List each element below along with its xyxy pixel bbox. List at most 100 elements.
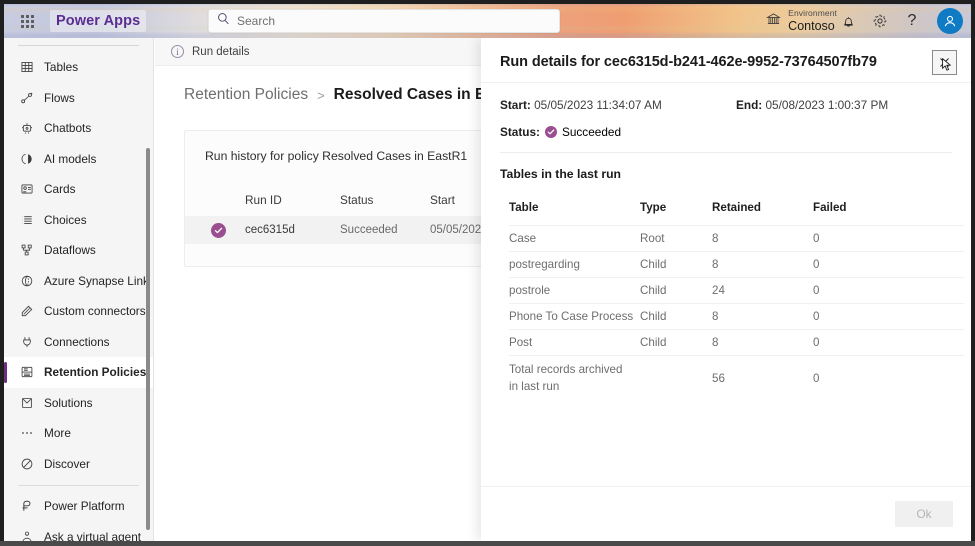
cell-table: postregarding (509, 258, 580, 271)
cell-run-id: cec6315d (245, 224, 295, 236)
cell-table: postrole (509, 284, 551, 297)
infobar-label: Run details (192, 45, 250, 58)
mouse-cursor-icon (942, 57, 953, 77)
cell-failed: 0 (813, 310, 820, 323)
cell-failed: 0 (813, 336, 820, 349)
panel-divider (500, 152, 952, 153)
column-header-failed[interactable]: Failed (813, 201, 903, 214)
status-badge: Succeeded (561, 125, 622, 139)
sidebar-item-more[interactable]: More (4, 418, 153, 449)
app-launcher-waffle-icon[interactable] (12, 14, 42, 28)
run-time-meta: Start: 05/05/2023 11:34:07 AM End: 05/08… (500, 98, 952, 112)
sidebar-item-flows[interactable]: Flows (4, 83, 153, 114)
sidebar-item-label: Azure Synapse Link (44, 273, 149, 288)
table-row: postregarding Child 8 0 (509, 251, 964, 277)
breadcrumb-parent[interactable]: Retention Policies (184, 86, 308, 104)
cell-type: Child (640, 258, 667, 271)
custom-connector-icon (19, 304, 34, 319)
sidebar-item-retention-policies[interactable]: Retention Policies (4, 357, 153, 388)
sidebar-item-cards[interactable]: Cards (4, 174, 153, 205)
environment-label: Environment (788, 8, 837, 18)
sidebar-scrollbar-thumb[interactable] (146, 148, 150, 530)
search-box[interactable] (208, 9, 560, 33)
sidebar-item-power-platform[interactable]: Power Platform (4, 491, 153, 522)
start-meta: Start: 05/05/2023 11:34:07 AM (500, 98, 726, 112)
status-label: Status: (500, 125, 540, 139)
flows-icon (19, 90, 34, 105)
table-row: Phone To Case Process Child 8 0 (509, 303, 964, 329)
sidebar-item-label: AI models (44, 151, 97, 166)
sidebar-item-solutions[interactable]: Solutions (4, 388, 153, 419)
user-avatar[interactable] (937, 8, 963, 34)
panel-body: Start: 05/05/2023 11:34:07 AM End: 05/08… (481, 83, 971, 486)
notification-bell-icon[interactable] (839, 12, 857, 30)
sidebar-item-label: Choices (44, 212, 87, 227)
column-header-retained[interactable]: Retained (712, 201, 813, 214)
header-icon-group: ? (839, 4, 963, 38)
brand-title[interactable]: Power Apps (50, 10, 147, 32)
retention-policy-icon (19, 365, 34, 380)
success-check-icon (544, 126, 557, 138)
column-header-status[interactable]: Status (340, 193, 430, 207)
window-border-top (0, 0, 975, 4)
success-check-icon (211, 222, 226, 238)
sidebar-item-choices[interactable]: Choices (4, 205, 153, 236)
power-platform-icon (19, 499, 34, 514)
sidebar-item-ai-models[interactable]: AI models (4, 144, 153, 175)
sidebar-item-custom-connectors[interactable]: Custom connectors (4, 296, 153, 327)
column-header-run-id[interactable]: Run ID (245, 193, 340, 207)
help-question-icon[interactable]: ? (903, 12, 921, 30)
panel-header: Run details for cec6315d-b241-462e-9952-… (481, 38, 971, 83)
discover-icon (19, 456, 34, 471)
sidebar-item-label: Power Platform (44, 499, 125, 514)
cell-failed: 0 (813, 232, 820, 245)
window-border-bottom (0, 541, 975, 546)
cell-failed: 0 (813, 372, 820, 386)
end-meta: End: 05/08/2023 1:00:37 PM (726, 98, 952, 112)
sidebar-item-label: Custom connectors (44, 304, 146, 319)
sidebar-item-chatbots[interactable]: Chatbots (4, 113, 153, 144)
sidebar-item-label: Connections (44, 334, 110, 349)
choices-list-icon (19, 212, 34, 227)
cell-retained: 8 (712, 232, 719, 245)
table-row: postrole Child 24 0 (509, 277, 964, 303)
cell-table: Case (509, 232, 537, 245)
cell-retained: 24 (712, 284, 725, 297)
sidebar-item-azure-synapse-link[interactable]: Azure Synapse Link (4, 266, 153, 297)
column-header-type[interactable]: Type (640, 201, 712, 214)
settings-gear-icon[interactable] (871, 12, 889, 30)
start-value: 05/05/2023 11:34:07 AM (534, 98, 662, 112)
cell-table: Post (509, 336, 533, 349)
run-details-panel: Run details for cec6315d-b241-462e-9952-… (481, 38, 971, 541)
environment-picker[interactable]: Environment Contoso (762, 7, 841, 35)
panel-footer: Ok (481, 486, 971, 541)
cell-table-total: Total records archived in last run (509, 363, 623, 393)
sidebar-top-divider (18, 45, 139, 46)
column-header-table[interactable]: Table (509, 201, 640, 214)
search-input[interactable] (237, 14, 551, 28)
cards-icon (19, 182, 34, 197)
sidebar-item-dataflows[interactable]: Dataflows (4, 235, 153, 266)
app-window: Power Apps Environment Contoso (0, 0, 975, 546)
sidebar-item-tables[interactable]: Tables (4, 52, 153, 83)
end-value: 05/08/2023 1:00:37 PM (765, 98, 889, 112)
virtual-agent-icon (19, 529, 34, 541)
sidebar-item-label: Flows (44, 90, 75, 105)
azure-synapse-icon (19, 273, 34, 288)
ok-button[interactable]: Ok (895, 501, 953, 527)
sidebar-item-label: Cards (44, 182, 76, 197)
sidebar-item-label: Dataflows (44, 243, 96, 258)
end-label: End: (736, 98, 763, 112)
sidebar-item-connections[interactable]: Connections (4, 327, 153, 358)
cell-retained: 8 (712, 258, 719, 271)
app-header: Power Apps Environment Contoso (4, 4, 971, 38)
cell-retained: 8 (712, 336, 719, 349)
cell-failed: 0 (813, 258, 820, 271)
chatbot-icon (19, 121, 34, 136)
connections-plug-icon (19, 334, 34, 349)
cell-table: Phone To Case Process (509, 310, 634, 323)
sidebar-item-discover[interactable]: Discover (4, 449, 153, 480)
sidebar-item-label: More (44, 426, 71, 441)
sidebar-item-ask-a-virtual-agent[interactable]: Ask a virtual agent (4, 522, 153, 541)
close-icon[interactable] (932, 50, 957, 75)
